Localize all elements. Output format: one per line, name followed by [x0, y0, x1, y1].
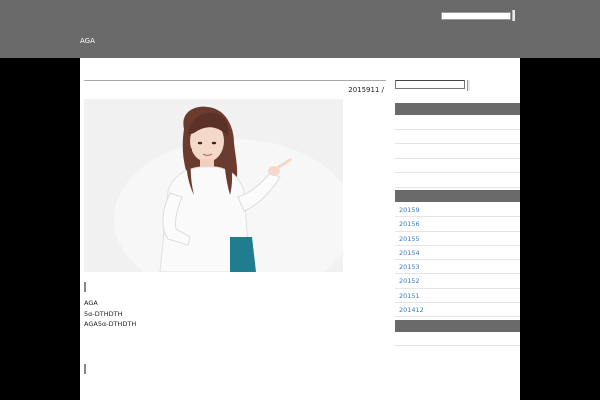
recent-posts-list — [395, 115, 520, 188]
site-title-link[interactable]: AGA — [80, 37, 95, 45]
post-image — [84, 99, 343, 272]
list-item[interactable] — [395, 130, 520, 144]
header-search-button[interactable] — [512, 10, 515, 21]
archive-link[interactable]: 20153 — [395, 260, 520, 275]
post-line: 5α-DTHDTH — [84, 309, 123, 318]
section-marker — [84, 282, 86, 292]
archive-list: 20159 20156 20155 20154 20153 20152 2015… — [395, 203, 520, 318]
archive-link[interactable]: 20159 — [395, 203, 520, 218]
archive-link[interactable]: 20154 — [395, 246, 520, 261]
widget-title-bar — [395, 320, 520, 332]
post-body: AGA 5α-DTHDTH AGA5α-DTHDTH — [84, 298, 136, 330]
post-line: AGA — [84, 299, 98, 307]
category-list — [395, 332, 520, 346]
archive-link[interactable]: 20156 — [395, 217, 520, 232]
sidebar: 20159 20156 20155 20154 20153 20152 2015… — [395, 58, 520, 400]
list-item[interactable] — [395, 144, 520, 159]
post-date: 2015911 / — [348, 86, 384, 94]
main-column: 2015911 / AGA 5α-DTHDTH AGA5α-DTHDTH — [84, 58, 386, 400]
sidebar-search-button[interactable] — [467, 80, 470, 91]
list-item[interactable] — [395, 332, 520, 346]
list-item[interactable] — [395, 115, 520, 130]
archive-link[interactable]: 201412 — [395, 303, 520, 318]
widget-title-bar — [395, 103, 520, 115]
content-container: 2015911 / AGA 5α-DTHDTH AGA5α-DTHDTH 201… — [80, 58, 520, 400]
list-item[interactable] — [395, 173, 520, 188]
sidebar-search-input[interactable] — [395, 80, 465, 89]
archive-link[interactable]: 20151 — [395, 289, 520, 304]
header-search-input[interactable] — [441, 12, 511, 20]
archive-link[interactable]: 20152 — [395, 274, 520, 289]
widget-title-bar — [395, 190, 520, 202]
site-header: AGA — [0, 0, 600, 58]
post-line: AGA5α-DTHDTH — [84, 320, 137, 328]
archive-link[interactable]: 20155 — [395, 232, 520, 246]
woman-pointing-photo — [84, 99, 343, 272]
post-title-divider — [84, 80, 386, 81]
list-item[interactable] — [395, 159, 520, 173]
section-marker — [84, 364, 86, 374]
